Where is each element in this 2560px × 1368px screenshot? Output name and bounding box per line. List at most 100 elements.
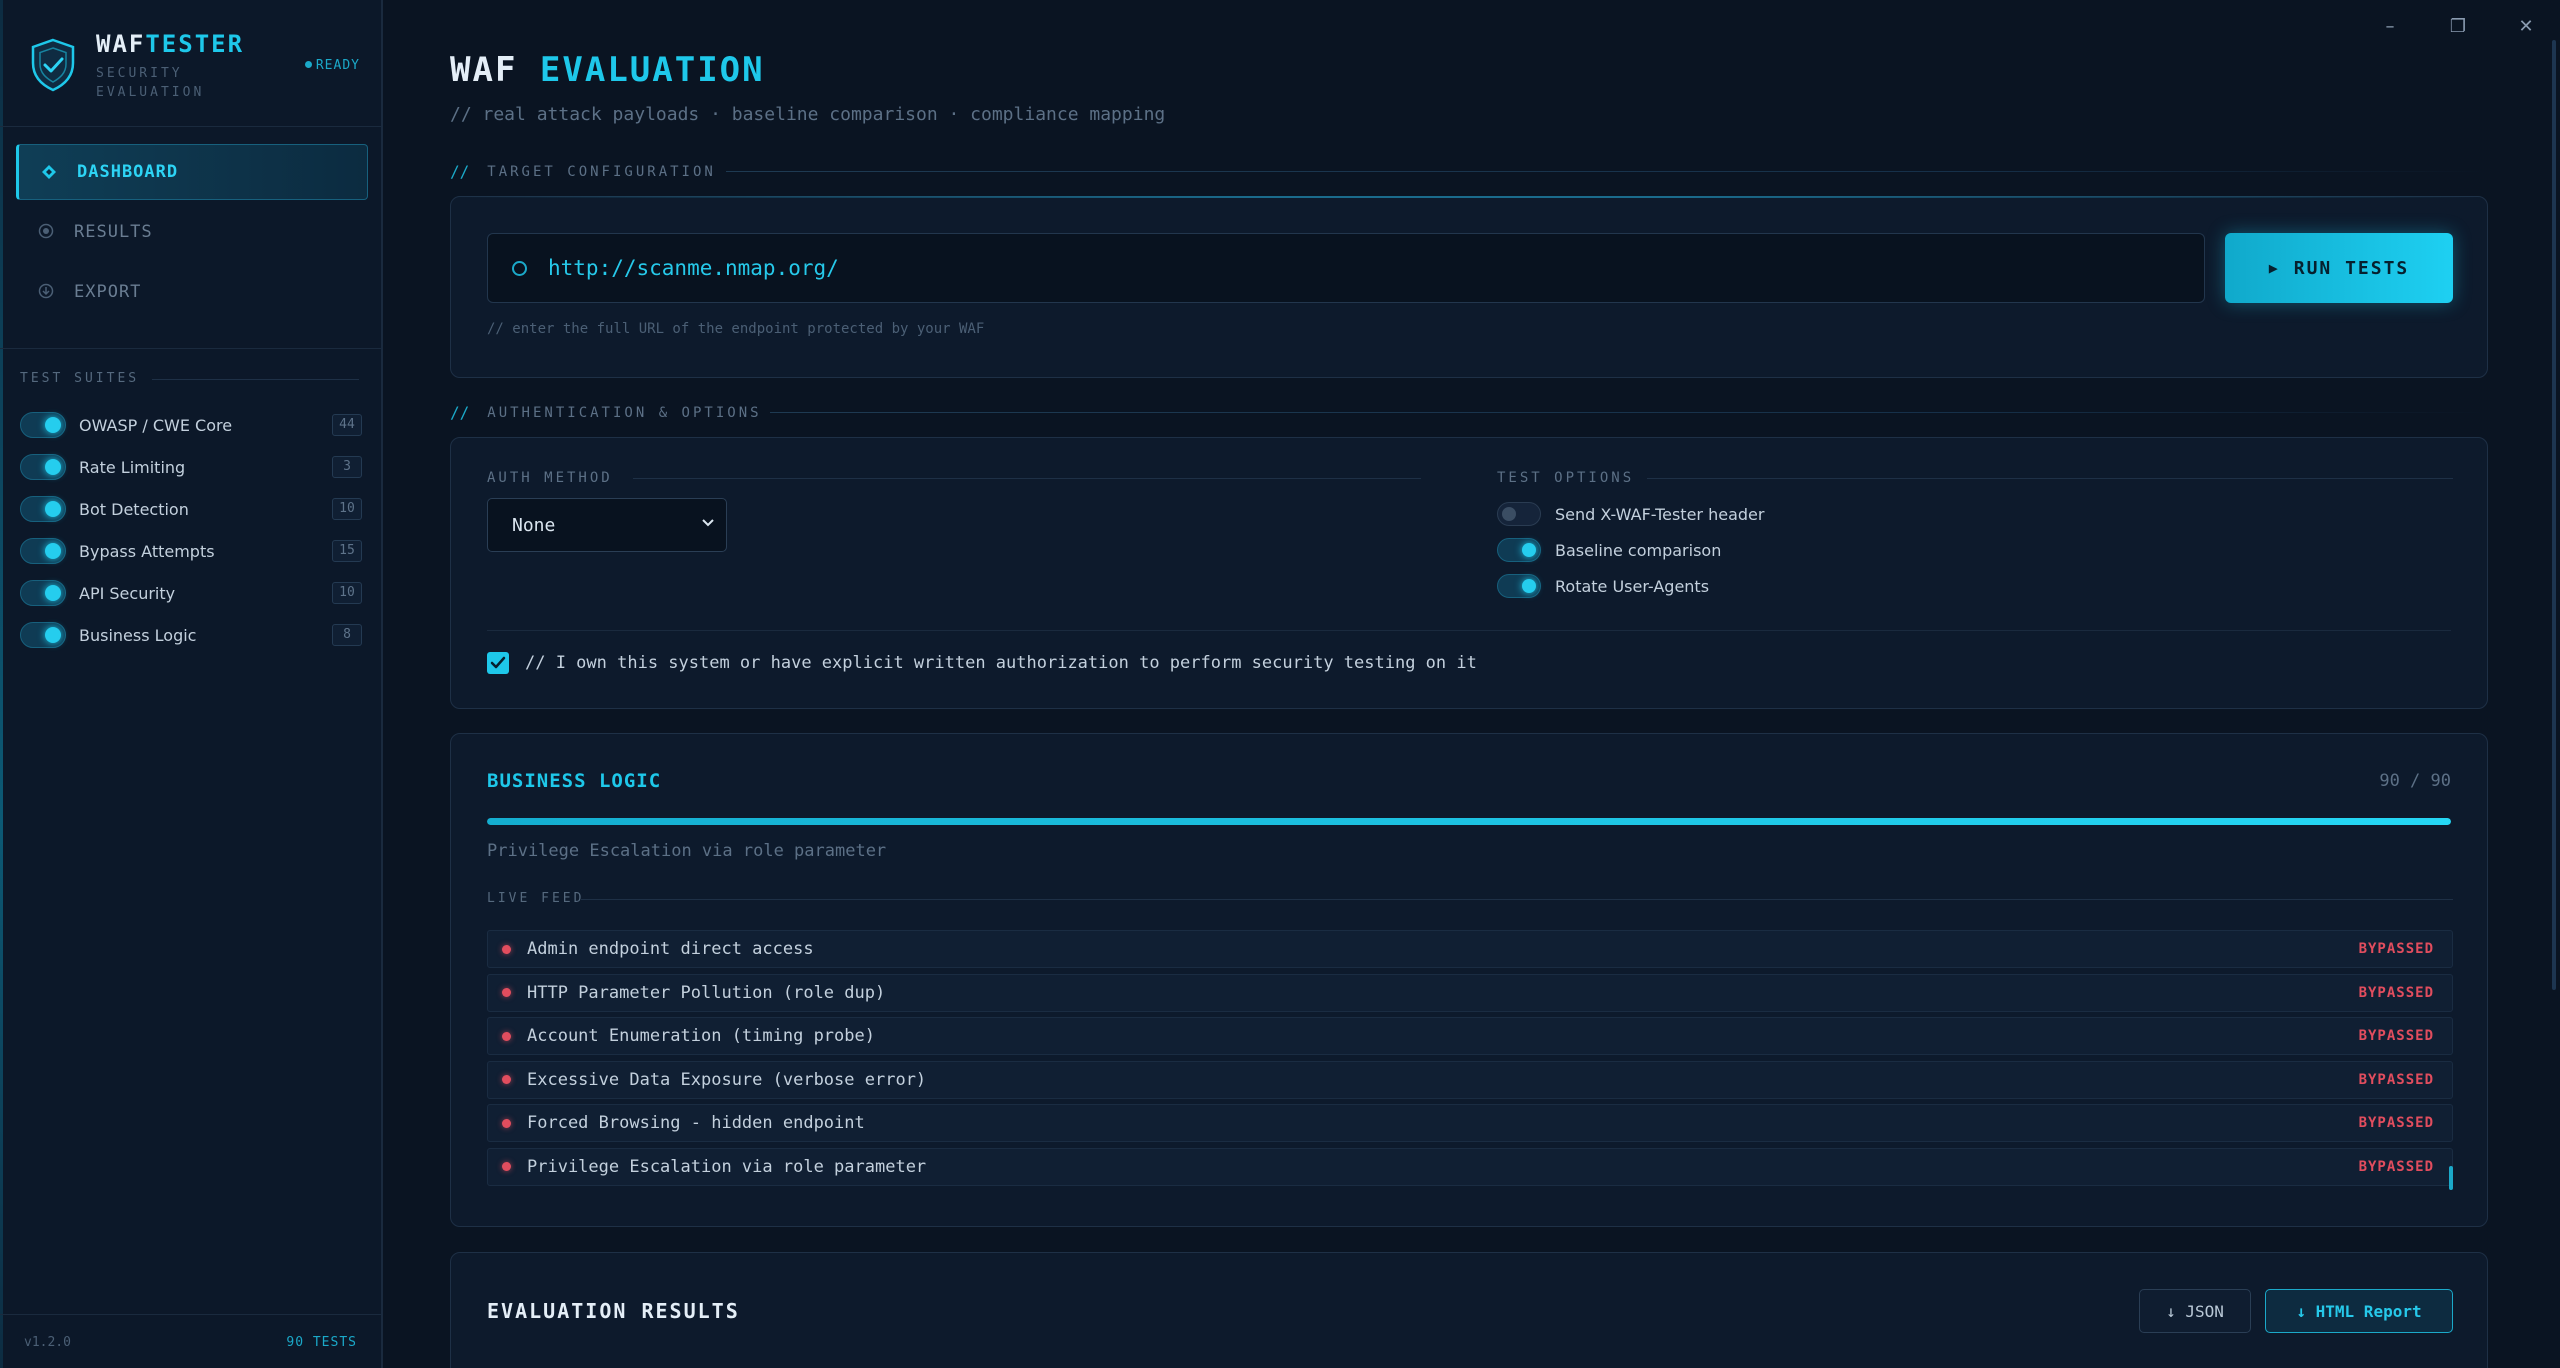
suite-count-badge: 44 [332, 414, 362, 436]
nav-results-label: RESULTS [74, 222, 153, 242]
auth-method-label: AUTH METHOD [487, 470, 613, 486]
option-label: Send X-WAF-Tester header [1555, 504, 1765, 524]
suite-business-logic: Business Logic 8 [20, 620, 362, 650]
status-dot-icon [502, 1075, 511, 1084]
nav-results[interactable]: RESULTS [16, 204, 368, 260]
feed-test-name: Forced Browsing - hidden endpoint [527, 1113, 865, 1133]
suite-bot-detection: Bot Detection 10 [20, 494, 362, 524]
suite-toggle[interactable] [20, 622, 66, 648]
url-hint: // enter the full URL of the endpoint pr… [487, 321, 985, 337]
feed-status: BYPASSED [2358, 1115, 2434, 1131]
run-tests-button[interactable]: ▶ RUN TESTS [2225, 233, 2453, 303]
status-dot-icon [502, 1031, 511, 1041]
section-label-target: //TARGET CONFIGURATION [450, 162, 716, 181]
tests-count: 90 TESTS [286, 1335, 357, 1350]
suite-label: Bot Detection [79, 499, 189, 519]
status-dot-icon [502, 944, 511, 954]
suite-toggle[interactable] [20, 538, 66, 564]
main-scrollbar[interactable] [2552, 40, 2556, 990]
feed-test-name: HTTP Parameter Pollution (role dup) [527, 982, 886, 1003]
consent-label: // I own this system or have explicit wr… [525, 653, 1477, 673]
option-label: Baseline comparison [1555, 540, 1722, 560]
globe-ring-icon [512, 261, 527, 276]
divider [726, 171, 2488, 172]
feed-test-name: Account Enumeration (timing probe) [527, 1026, 875, 1046]
consent-checkbox[interactable] [487, 652, 509, 674]
suite-label: Bypass Attempts [79, 541, 215, 561]
feed-row: Forced Browsing - hidden endpoint BYPASS… [487, 1104, 2453, 1142]
export-json-button[interactable]: ↓ JSON [2139, 1289, 2251, 1333]
brand-name: WAFTESTER [96, 30, 245, 58]
nav-dashboard[interactable]: DASHBOARD [16, 144, 368, 200]
suite-label: Business Logic [79, 625, 197, 645]
suite-count-badge: 3 [332, 456, 362, 478]
auth-method-select[interactable]: None [487, 498, 727, 552]
option-toggle[interactable] [1497, 538, 1541, 562]
target-icon [38, 223, 54, 239]
url-value: http://scanme.nmap.org/ [548, 256, 839, 280]
feed-test-name: Privilege Escalation via role parameter [527, 1156, 927, 1177]
results-title: EVALUATION RESULTS [487, 1299, 740, 1323]
results-card: EVALUATION RESULTS ↓ JSON ↓ HTML Report [450, 1252, 2488, 1368]
feed-status: BYPASSED [2358, 1028, 2434, 1044]
status-dot-icon [502, 988, 511, 997]
divider [581, 899, 2453, 900]
nav-export-label: EXPORT [74, 282, 142, 302]
diamond-icon [42, 165, 56, 179]
divider [633, 478, 1421, 479]
test-options-label: TEST OPTIONS [1497, 470, 1635, 486]
status-dot-icon [502, 1162, 511, 1171]
play-icon: ▶ [2268, 259, 2280, 277]
run-tests-label: RUN TESTS [2293, 257, 2410, 279]
divider [1647, 478, 2453, 479]
suites-title: TEST SUITES [20, 371, 140, 386]
feed-test-name: Excessive Data Exposure (verbose error) [527, 1069, 927, 1090]
suite-rate-limiting: Rate Limiting 3 [20, 452, 362, 482]
page-subtitle: // real attack payloads · baseline compa… [450, 104, 1166, 125]
export-html-button[interactable]: ↓ HTML Report [2265, 1289, 2453, 1333]
option-send-header: Send X-WAF-Tester header [1497, 500, 1764, 528]
restore-button[interactable]: ❐ [2424, 0, 2492, 52]
divider [451, 196, 2487, 198]
progress-fill [487, 818, 2451, 825]
suite-owasp: OWASP / CWE Core 44 [20, 410, 362, 440]
auth-method-value: None [512, 515, 556, 536]
status-badge: READY [304, 58, 360, 73]
option-toggle[interactable] [1497, 574, 1541, 598]
nav-dashboard-label: DASHBOARD [77, 162, 179, 182]
sidebar-footer: v1.2.0 90 TESTS [0, 1314, 381, 1368]
progress-current-test: Privilege Escalation via role parameter [487, 841, 887, 861]
suite-count-badge: 10 [332, 498, 362, 520]
progress-card: BUSINESS LOGIC 90 / 90 Privilege Escalat… [450, 733, 2488, 1227]
live-feed-label: LIVE FEED [487, 891, 585, 906]
suite-count-badge: 15 [332, 540, 362, 562]
feed-row: Admin endpoint direct access BYPASSED [487, 930, 2453, 968]
live-feed: Admin endpoint direct access BYPASSED HT… [487, 930, 2453, 1196]
feed-row: Excessive Data Exposure (verbose error) … [487, 1060, 2453, 1099]
minimize-button[interactable]: – [2356, 0, 2424, 52]
option-baseline: Baseline comparison [1497, 536, 1721, 564]
suite-toggle[interactable] [20, 496, 66, 522]
suite-toggle[interactable] [20, 580, 66, 606]
option-toggle[interactable] [1497, 502, 1541, 526]
feed-scrollbar[interactable] [2449, 1166, 2453, 1190]
suite-toggle[interactable] [20, 412, 66, 438]
url-input[interactable]: http://scanme.nmap.org/ [487, 233, 2205, 303]
progress-bar [487, 818, 2451, 825]
suite-toggle[interactable] [20, 454, 66, 480]
option-label: Rotate User-Agents [1555, 576, 1710, 596]
feed-row: HTTP Parameter Pollution (role dup) BYPA… [487, 973, 2453, 1012]
nav-export[interactable]: EXPORT [16, 264, 368, 320]
divider [152, 379, 359, 380]
suite-label: OWASP / CWE Core [79, 415, 233, 435]
close-button[interactable]: ✕ [2492, 0, 2560, 52]
divider [0, 126, 381, 127]
progress-suite-title: BUSINESS LOGIC [487, 770, 662, 792]
feed-status: BYPASSED [2358, 941, 2434, 957]
feed-status: BYPASSED [2358, 984, 2434, 1001]
shield-icon [31, 38, 75, 92]
status-dot-icon [502, 1118, 511, 1128]
download-circle-icon [38, 283, 54, 299]
suite-count-badge: 8 [332, 624, 362, 646]
sidebar: WAFTESTER SECURITY EVALUATION READY DASH… [0, 0, 383, 1368]
